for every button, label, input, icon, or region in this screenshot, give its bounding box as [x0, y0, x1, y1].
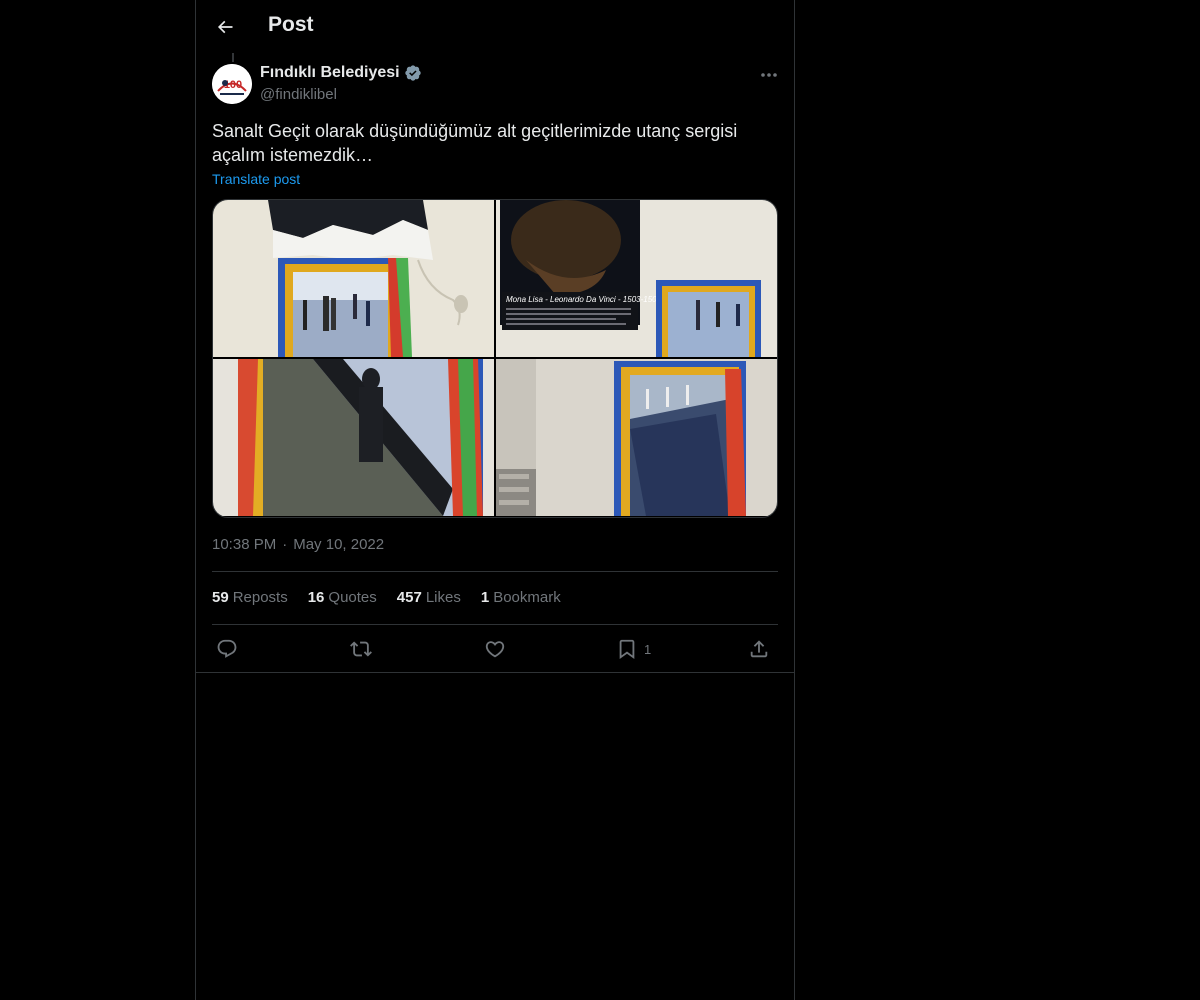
arrow-left-icon — [217, 20, 233, 34]
page-title: Post — [268, 13, 314, 36]
verified-badge-icon — [404, 65, 421, 81]
stat-bookmarks[interactable]: 1 Bookmark — [481, 589, 561, 606]
bookmark-count: 1 — [644, 641, 652, 657]
stat-count: 457 — [396, 589, 422, 606]
underpass-poster-photo — [213, 200, 494, 357]
thread-connector — [232, 53, 234, 62]
author-name[interactable]: Fındıklı Belediyesi — [260, 64, 400, 82]
torn-poster-photo — [213, 359, 494, 516]
photo-1[interactable] — [213, 200, 494, 357]
stat-label: Quotes — [328, 589, 377, 606]
repost-button[interactable] — [350, 636, 372, 662]
stat-count: 16 — [307, 589, 325, 606]
photo-3[interactable] — [213, 359, 494, 516]
post-date[interactable]: May 10, 2022 — [293, 536, 384, 553]
stat-count: 59 — [212, 589, 229, 606]
stat-label: Likes — [425, 589, 461, 606]
photo-4[interactable] — [496, 359, 777, 516]
municipality-logo-icon: 100 — [212, 64, 252, 104]
photo-2[interactable]: Mona Lisa - Leonardo Da Vinci - 1503-150… — [496, 200, 777, 357]
poster-caption: Mona Lisa - Leonardo Da Vinci - 1503-150… — [506, 295, 662, 304]
heart-icon — [485, 641, 505, 658]
stat-count: 1 — [480, 589, 490, 606]
translate-post-link[interactable]: Translate post — [212, 171, 300, 187]
stat-reposts[interactable]: 59 Reposts — [212, 589, 288, 606]
more-horizontal-icon — [761, 73, 777, 77]
divider-middle — [212, 624, 778, 625]
stat-label: Bookmark — [493, 589, 561, 606]
top-bar: Post — [196, 0, 794, 53]
more-options-button[interactable] — [756, 64, 782, 86]
bookmark-icon — [619, 639, 635, 660]
action-bar: 1 — [212, 636, 778, 662]
repost-icon — [350, 641, 372, 657]
mona-lisa-poster-photo: Mona Lisa - Leonardo Da Vinci - 1503-150… — [496, 200, 777, 357]
stat-quotes[interactable]: 16 Quotes — [308, 589, 377, 606]
post-text: Sanalt Geçit olarak düşündüğümüz alt geç… — [212, 121, 738, 165]
post-detail-column: Post 100 Fındıklı Belediyesi @findiklibe… — [195, 0, 795, 1000]
like-button[interactable] — [484, 636, 506, 662]
timestamp-separator: · — [282, 536, 288, 553]
stat-likes[interactable]: 457 Likes — [397, 589, 461, 606]
back-button[interactable] — [208, 10, 242, 44]
post-timestamp[interactable]: 10:38 PM · May 10, 2022 — [212, 536, 384, 553]
divider-top — [212, 571, 778, 572]
share-icon — [750, 640, 768, 658]
bookmark-button[interactable]: 1 — [616, 636, 651, 662]
author-handle[interactable]: @findiklibel — [260, 86, 337, 103]
media-grid: Mona Lisa - Leonardo Da Vinci - 1503-150… — [212, 199, 778, 518]
post-time[interactable]: 10:38 PM — [212, 536, 276, 553]
reply-icon — [217, 639, 237, 658]
engagement-stats: 59 Reposts 16 Quotes 457 Likes 1 Bookmar… — [212, 589, 561, 606]
avatar[interactable]: 100 — [212, 64, 252, 104]
underpass-corridor-photo — [496, 359, 777, 516]
reply-button[interactable] — [216, 636, 238, 662]
divider-bottom — [196, 672, 794, 673]
author-name-row[interactable]: Fındıklı Belediyesi — [260, 64, 422, 82]
stat-label: Reposts — [232, 589, 288, 606]
share-button[interactable] — [748, 636, 770, 662]
